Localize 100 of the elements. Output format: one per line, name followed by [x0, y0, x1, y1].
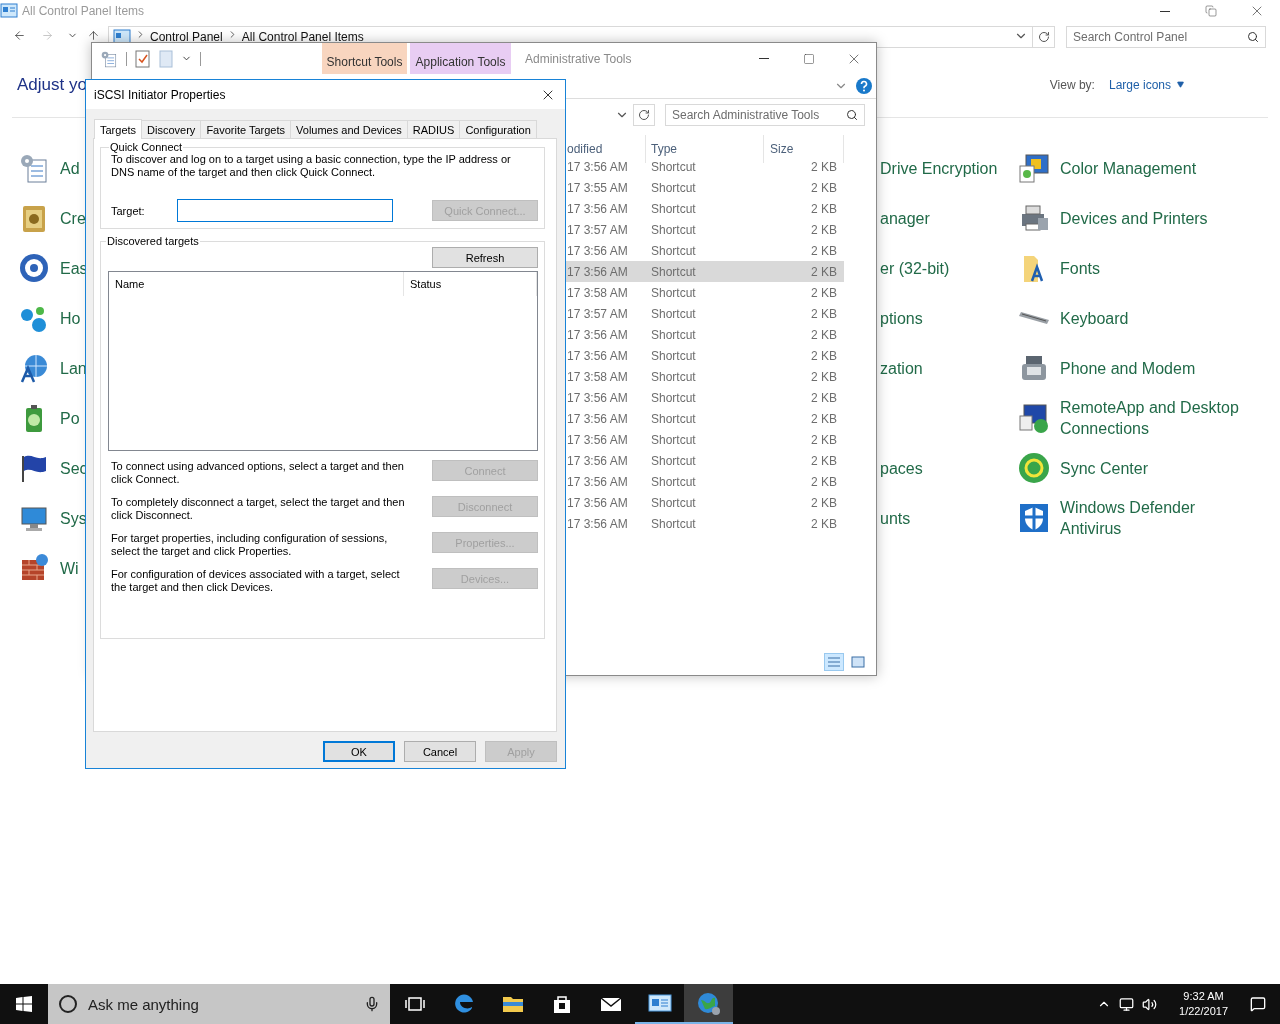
refresh-icon: [638, 109, 650, 121]
search-icon: [846, 109, 858, 121]
tab[interactable]: Favorite Targets: [200, 120, 292, 138]
table-cell-text: Shortcut: [650, 326, 697, 344]
ribbon-tab[interactable]: Application Tools: [410, 43, 511, 74]
table-cell-text: 17 3:56 AM: [567, 326, 629, 344]
list-icon: [827, 656, 841, 668]
table-cell-text: 2 KB: [810, 263, 838, 281]
table-cell-text: 17 3:57 AM: [567, 305, 629, 323]
control-panel-link[interactable]: zation: [880, 357, 923, 379]
table-cell-text: Shortcut: [650, 221, 697, 239]
column-header[interactable]: Name: [109, 272, 404, 296]
description-text: For configuration of devices associated with a target, select the target and then click Devices.: [110, 568, 401, 594]
table-cell-text: 17 3:56 AM: [567, 452, 629, 470]
search-icon: [1247, 31, 1259, 43]
table-cell-text: 17 3:58 AM: [567, 368, 629, 386]
control-panel-link[interactable]: Devices and Printers: [1018, 202, 1208, 234]
notifications-icon: [1250, 996, 1266, 1012]
window-title: All Control Panel Items: [22, 4, 145, 18]
control-panel-link[interactable]: Sync Center: [1018, 452, 1149, 484]
refresh-button[interactable]: Refresh: [432, 247, 538, 268]
control-panel-link[interactable]: Color Management: [1018, 152, 1197, 184]
control-panel-link[interactable]: Cre: [18, 202, 86, 234]
control-panel-link[interactable]: unts: [880, 507, 911, 529]
control-panel-link[interactable]: Sys: [18, 502, 87, 534]
table-cell-text: Shortcut: [650, 515, 697, 533]
table-cell-text: 17 3:56 AM: [567, 263, 629, 281]
table-cell-text: 2 KB: [810, 452, 838, 470]
globe-letter-icon: [18, 352, 50, 384]
table-cell-text: Shortcut: [650, 242, 697, 260]
back-icon: [12, 28, 26, 42]
table-cell-text: Shortcut: [650, 347, 697, 365]
table-cell-text: Shortcut: [650, 452, 697, 470]
control-panel-link[interactable]: anager: [880, 207, 930, 229]
control-panel-link[interactable]: Po: [18, 402, 80, 434]
tab[interactable]: Configuration: [459, 120, 537, 138]
cortana-icon: [58, 994, 78, 1014]
table-cell-text: 17 3:56 AM: [567, 473, 629, 491]
control-panel-icon: [647, 993, 672, 1015]
control-panel-link[interactable]: Ad: [18, 152, 80, 184]
table-cell-text: 2 KB: [810, 242, 838, 260]
clock-date[interactable]: 1/22/2017: [1179, 1004, 1228, 1019]
control-panel-link[interactable]: Keyboard: [1018, 307, 1129, 329]
forward-icon: [40, 28, 54, 42]
target-field[interactable]: [177, 199, 393, 222]
minimize-icon: [1160, 10, 1170, 12]
control-panel-link[interactable]: RemoteApp and Desktop Connections: [1018, 397, 1250, 439]
table-cell-text: 2 KB: [810, 431, 838, 449]
table-cell-text: 2 KB: [810, 284, 838, 302]
search-field[interactable]: Search Administrative Tools: [665, 104, 865, 126]
minimize-icon: [758, 58, 769, 59]
column-header[interactable]: Size: [764, 135, 844, 163]
breadcrumb-item[interactable]: All Control Panel Items: [241, 31, 364, 43]
column-header[interactable]: Type: [646, 135, 764, 163]
column-header[interactable]: odified: [567, 135, 646, 163]
table-cell-text: Shortcut: [650, 431, 697, 449]
dialog-button[interactable]: Cancel: [404, 741, 476, 762]
document-icon: [159, 49, 173, 68]
search-field[interactable]: Search Control Panel: [1066, 26, 1266, 48]
table-cell-text: Shortcut: [650, 368, 697, 386]
ribbon-tab[interactable]: Shortcut Tools: [322, 43, 407, 74]
table-cell-text: 2 KB: [810, 347, 838, 365]
table-cell-text: Shortcut: [650, 263, 697, 281]
control-panel-link[interactable]: paces: [880, 457, 923, 479]
view-by-dropdown[interactable]: Large icons: [1108, 77, 1184, 92]
shield-icon: [1018, 502, 1050, 534]
refresh-button[interactable]: [1033, 26, 1055, 48]
dial-icon: [18, 252, 50, 284]
image-icon: [851, 656, 865, 668]
up-button[interactable]: [86, 29, 100, 41]
refresh-button[interactable]: [633, 104, 655, 126]
control-panel-link[interactable]: er (32-bit): [880, 257, 950, 279]
control-panel-link[interactable]: Wi: [18, 552, 79, 584]
taskbar-search-field[interactable]: Ask me anything: [48, 984, 390, 1024]
control-panel-link[interactable]: Windows Defender Antivirus: [1018, 497, 1250, 539]
control-panel-link[interactable]: Drive Encryption: [880, 157, 998, 179]
control-panel-link[interactable]: Ho: [18, 302, 81, 334]
globe-icon: [695, 991, 722, 1017]
breadcrumb-item[interactable]: Control Panel: [150, 31, 223, 43]
table-cell-text: Shortcut: [650, 389, 697, 407]
table-cell-text: 2 KB: [810, 221, 838, 239]
table-cell-text: 2 KB: [810, 494, 838, 512]
table-cell-text: Shortcut: [650, 473, 697, 491]
description-text: To connect using advanced options, select a target and then click Connect.: [110, 460, 405, 486]
table-cell-text: 2 KB: [810, 179, 838, 197]
control-panel-link[interactable]: Fonts: [1018, 252, 1100, 284]
group-label: Quick Connect: [109, 141, 184, 153]
tab[interactable]: Discovery: [141, 120, 202, 138]
control-panel-link[interactable]: ptions: [880, 307, 923, 329]
back-button[interactable]: [12, 29, 26, 41]
table-cell-text: 2 KB: [810, 305, 838, 323]
clock-time[interactable]: 9:32 AM: [1183, 989, 1224, 1004]
column-header[interactable]: Status: [404, 272, 537, 296]
windows-logo-icon: [16, 996, 32, 1012]
tab[interactable]: Targets: [94, 119, 143, 139]
control-panel-link[interactable]: Phone and Modem: [1018, 352, 1196, 384]
view-by-label: View by:: [1049, 77, 1095, 92]
checklist-icon: [135, 49, 151, 68]
dialog-button[interactable]: OK: [323, 741, 395, 762]
dropdown-icon: [1177, 81, 1184, 88]
